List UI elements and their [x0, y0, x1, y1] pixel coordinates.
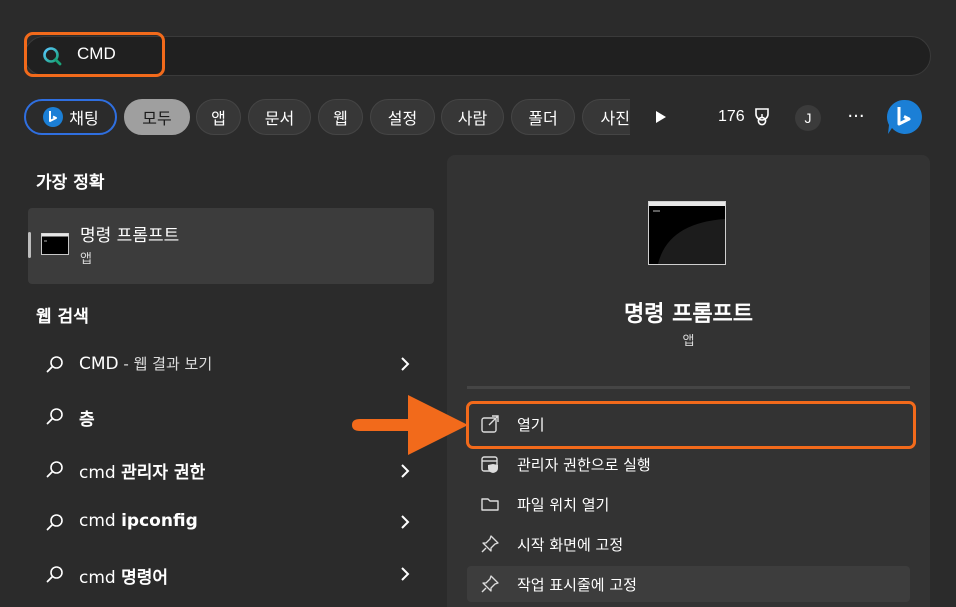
web-result-suggestion: 층 — [79, 410, 95, 430]
best-match-result[interactable] — [28, 208, 434, 284]
chevron-right-icon — [401, 464, 410, 478]
command-prompt-large-icon — [648, 201, 726, 265]
search-icon — [46, 514, 63, 531]
action-label: 작업 표시줄에 고정 — [517, 576, 637, 594]
web-result-item[interactable]: CMD - 웹 결과 보기 — [28, 344, 434, 384]
web-result-query: CMD — [79, 354, 119, 374]
search-icon — [46, 566, 63, 583]
chevron-right-icon — [401, 515, 410, 529]
filter-label: 모두 — [142, 109, 172, 128]
preview-title: 명령 프롬프트 — [623, 302, 754, 327]
web-result-hint: - 웹 결과 보기 — [118, 355, 213, 373]
command-prompt-icon — [41, 233, 69, 255]
web-result-query: cmd — [79, 463, 122, 483]
run-as-admin-action[interactable]: 관리자 권한으로 실행 — [467, 446, 910, 482]
filter-photos[interactable]: 사진 — [582, 99, 630, 135]
filter-label: 폴더 — [528, 109, 558, 128]
pin-icon — [481, 535, 499, 553]
folder-icon — [481, 498, 499, 511]
web-result-item[interactable]: cmd 명령어 — [28, 554, 434, 594]
arrow-annotation — [350, 393, 470, 457]
filter-web[interactable]: 웹 — [318, 99, 363, 135]
web-result-query: cmd — [79, 568, 122, 588]
chat-filter-label: 채팅 — [69, 109, 99, 128]
shield-admin-icon — [481, 456, 498, 473]
play-arrow-icon — [656, 111, 666, 123]
filter-label: 사람 — [457, 109, 488, 128]
chat-filter-button[interactable]: 채팅 — [24, 99, 117, 135]
open-highlight-annotation — [466, 401, 916, 449]
action-label: 파일 위치 열기 — [517, 496, 610, 514]
filter-people[interactable]: 사람 — [441, 99, 504, 135]
filter-documents[interactable]: 문서 — [248, 99, 311, 135]
web-search-heading: 웹 검색 — [36, 307, 89, 327]
filter-settings[interactable]: 설정 — [370, 99, 435, 135]
filter-label: 앱 — [211, 109, 226, 128]
filter-label: 웹 — [333, 109, 348, 128]
web-result-suggestion: 명령어 — [121, 568, 169, 588]
selection-indicator — [28, 232, 31, 258]
filter-all[interactable]: 모두 — [124, 99, 190, 135]
bing-icon[interactable] — [884, 97, 924, 137]
scroll-filters-right-button[interactable] — [650, 107, 672, 127]
avatar[interactable]: J — [795, 105, 821, 131]
filter-folders[interactable]: 폴더 — [511, 99, 575, 135]
rewards-icon[interactable] — [752, 107, 772, 127]
web-result-suggestion: ipconfig — [121, 511, 198, 531]
web-result-item[interactable]: cmd ipconfig — [28, 502, 434, 542]
rewards-points[interactable]: 176 — [718, 108, 745, 126]
search-highlight-annotation — [24, 32, 165, 77]
web-result-suggestion: 관리자 권한 — [121, 463, 206, 483]
pin-to-taskbar-action[interactable]: 작업 표시줄에 고정 — [467, 566, 910, 602]
more-options-button[interactable]: ··· — [843, 104, 869, 130]
chevron-right-icon — [401, 357, 410, 371]
action-label: 시작 화면에 고정 — [517, 536, 624, 554]
best-match-heading: 가장 정확 — [36, 173, 105, 193]
action-label: 관리자 권한으로 실행 — [517, 456, 651, 474]
pin-to-start-action[interactable]: 시작 화면에 고정 — [467, 526, 910, 562]
search-icon — [46, 356, 63, 373]
preview-subtitle: 앱 — [682, 334, 695, 349]
search-icon — [46, 461, 63, 478]
pin-icon — [481, 575, 499, 593]
filter-apps[interactable]: 앱 — [196, 99, 241, 135]
divider — [467, 386, 910, 389]
chevron-right-icon — [401, 567, 410, 581]
web-result-query: cmd — [79, 511, 122, 531]
search-icon — [46, 408, 63, 425]
filter-label: 설정 — [387, 109, 418, 128]
best-match-title: 명령 프롬프트 — [80, 226, 180, 246]
filter-label: 사진 — [600, 109, 630, 128]
open-file-location-action[interactable]: 파일 위치 열기 — [467, 486, 910, 522]
best-match-subtitle: 앱 — [80, 252, 92, 267]
filter-label: 문서 — [264, 109, 295, 128]
bing-chat-icon — [43, 107, 64, 127]
